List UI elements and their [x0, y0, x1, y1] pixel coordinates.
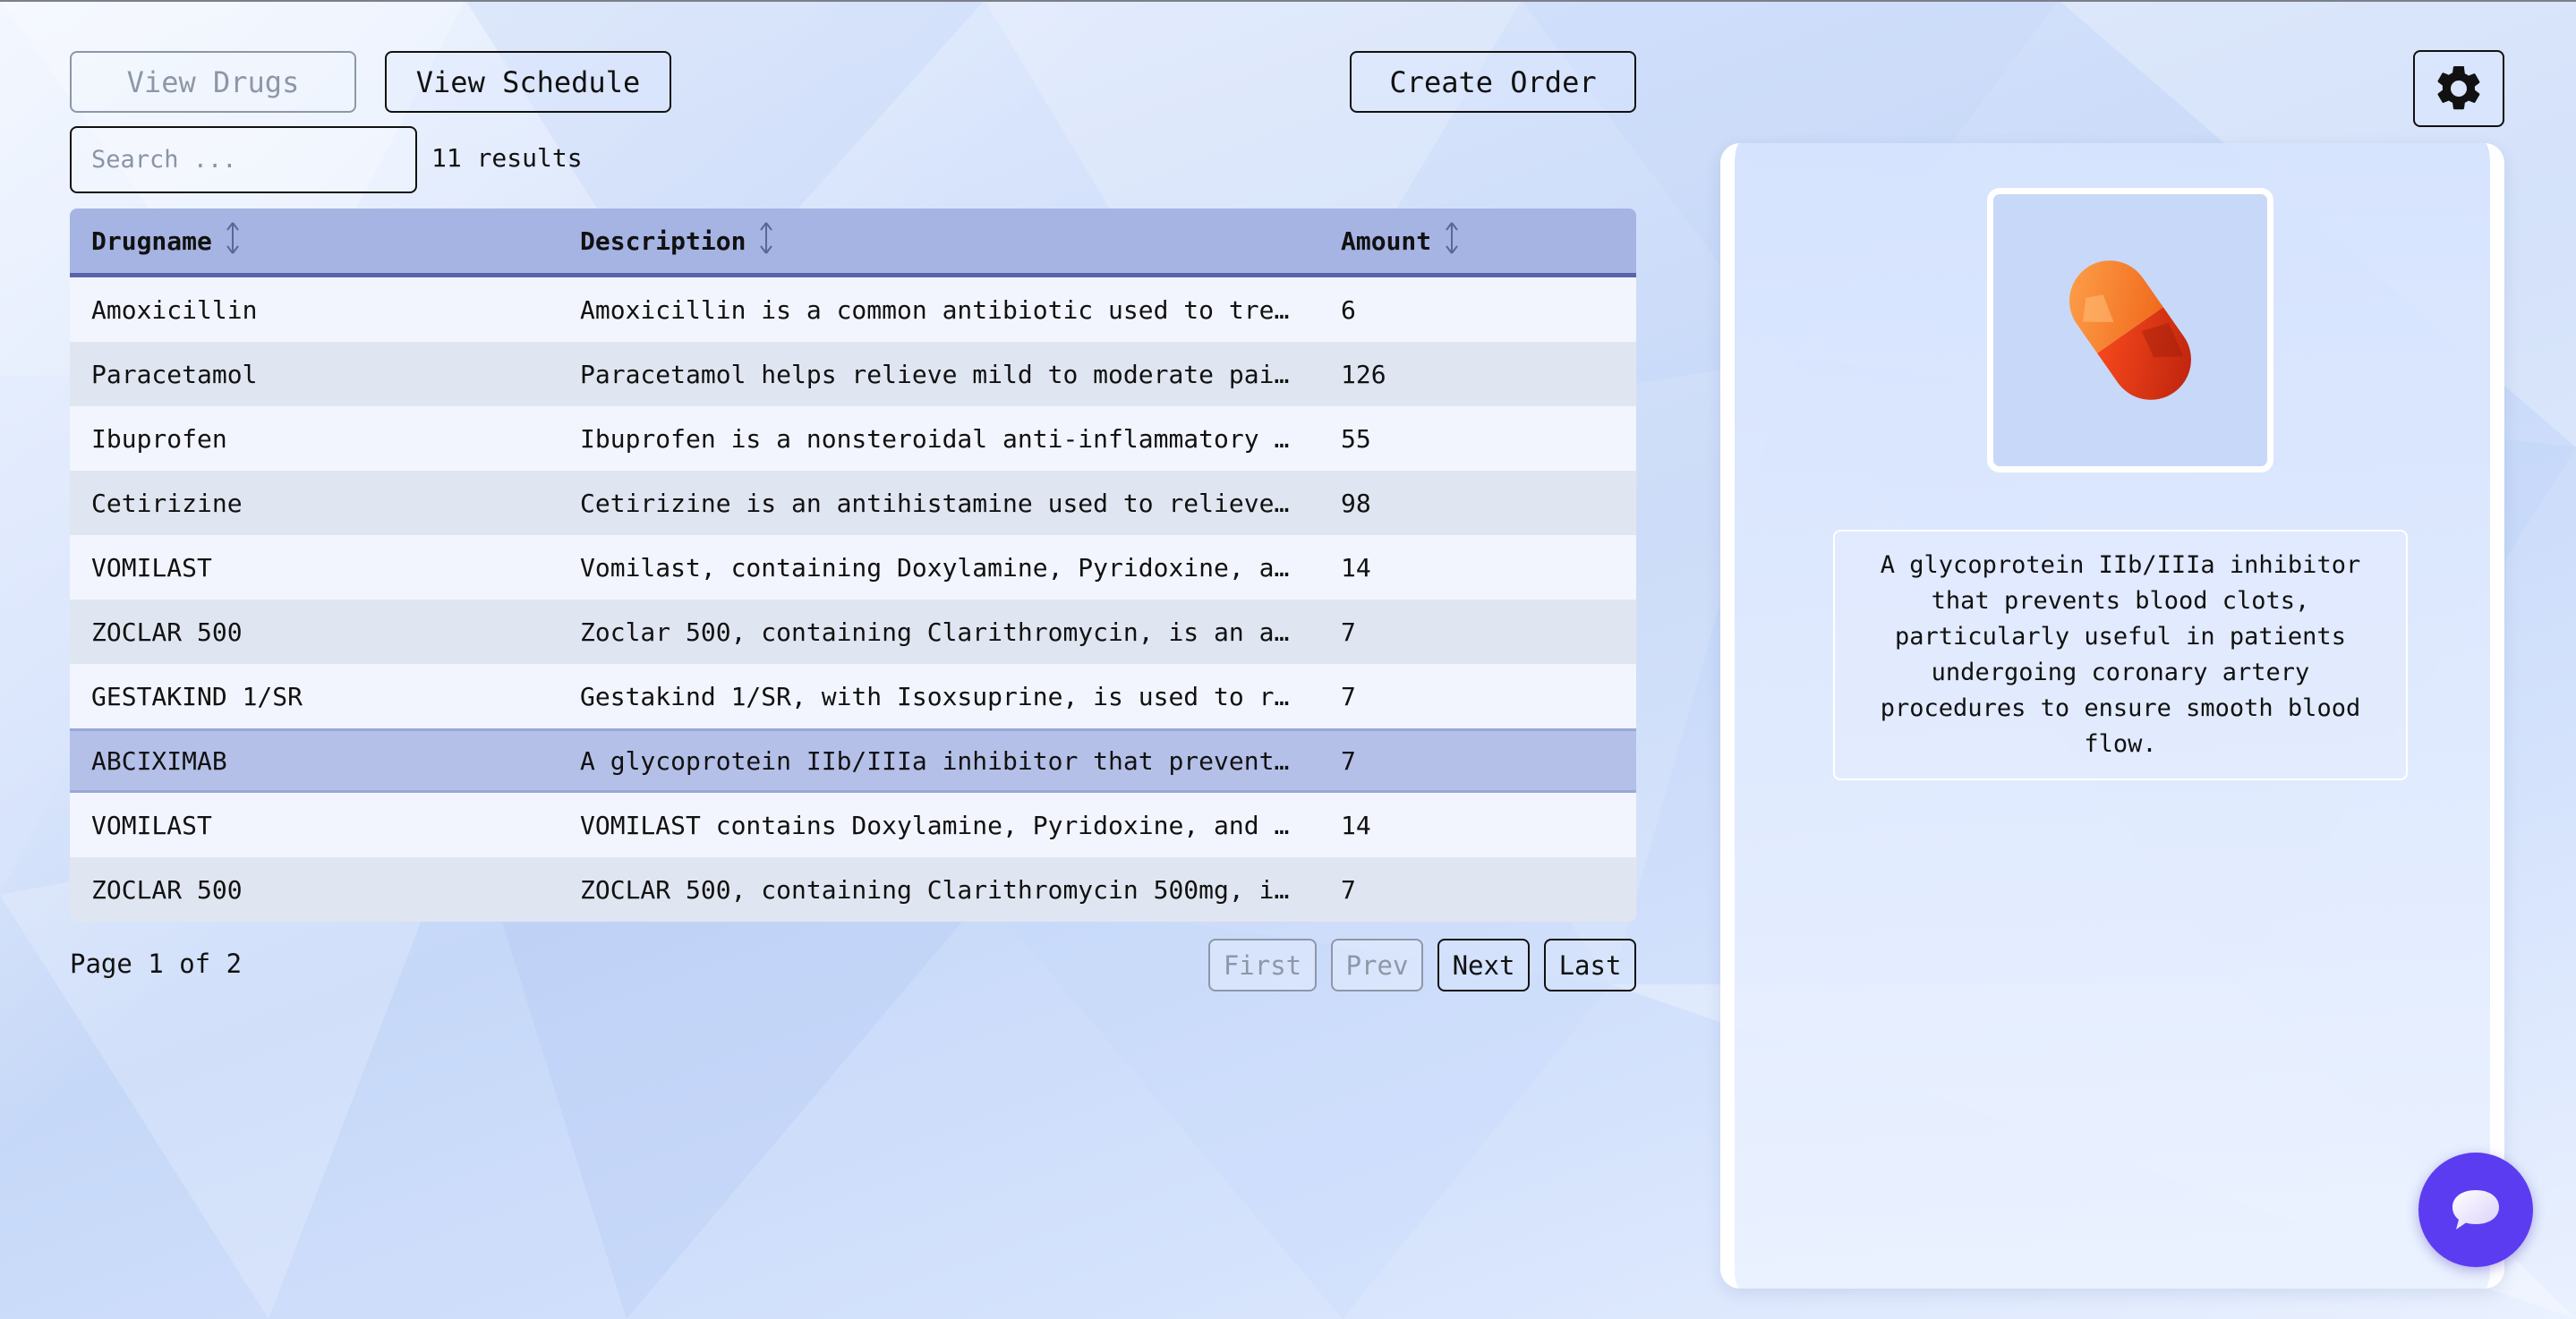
sort-arrows-icon[interactable] [758, 221, 774, 261]
first-page-button[interactable]: First [1208, 939, 1317, 991]
settings-button[interactable] [2413, 50, 2504, 127]
chat-bubble-icon [2452, 1190, 2499, 1230]
search-input[interactable] [70, 126, 417, 193]
next-page-button[interactable]: Next [1437, 939, 1530, 991]
cell-amount: 7 [1341, 874, 1356, 905]
sort-arrows-icon[interactable] [1444, 221, 1460, 261]
gear-icon [2437, 65, 2480, 110]
column-header-description[interactable]: Description [559, 221, 1319, 261]
results-count: 11 results [431, 143, 583, 173]
cell-description: Gestakind 1/SR, with Isoxsuprine, is use… [580, 681, 1290, 711]
cell-amount: 7 [1341, 745, 1356, 776]
cell-description: ZOCLAR 500, containing Clarithromycin 50… [580, 874, 1290, 905]
column-header-drugname[interactable]: Drugname [70, 221, 559, 261]
cell-drugname: Paracetamol [91, 359, 258, 389]
cell-amount: 7 [1341, 681, 1356, 711]
cell-drugname: Cetirizine [91, 488, 243, 518]
create-order-button[interactable]: Create Order [1350, 51, 1636, 113]
cell-amount: 14 [1341, 552, 1371, 583]
cell-description: A glycoprotein IIb/IIIa inhibitor that p… [580, 745, 1290, 776]
cell-drugname: VOMILAST [91, 552, 212, 583]
cell-amount: 7 [1341, 617, 1356, 647]
column-header-label: Amount [1341, 226, 1432, 256]
view-drugs-button[interactable]: View Drugs [70, 51, 356, 113]
table-row[interactable]: ZOCLAR 500 ZOCLAR 500, containing Clarit… [70, 857, 1636, 922]
drug-description: A glycoprotein IIb/IIIa inhibitor that p… [1833, 530, 2408, 780]
cell-drugname: ZOCLAR 500 [91, 874, 243, 905]
prev-page-button[interactable]: Prev [1331, 939, 1423, 991]
column-header-amount[interactable]: Amount [1319, 221, 1636, 261]
drugs-table: Drugname Description Amount Amoxicillin … [70, 208, 1636, 922]
cell-drugname: Ibuprofen [91, 423, 227, 454]
table-row[interactable]: Paracetamol Paracetamol helps relieve mi… [70, 342, 1636, 406]
last-page-button[interactable]: Last [1544, 939, 1636, 991]
table-row[interactable]: Amoxicillin Amoxicillin is a common anti… [70, 277, 1636, 342]
capsule-pill-icon [2069, 260, 2191, 400]
cell-amount: 14 [1341, 810, 1371, 840]
table-row[interactable]: Ibuprofen Ibuprofen is a nonsteroidal an… [70, 406, 1636, 471]
drug-detail-panel: A glycoprotein IIb/IIIa inhibitor that p… [1720, 143, 2504, 1289]
column-header-label: Drugname [91, 226, 212, 256]
cell-description: Cetirizine is an antihistamine used to r… [580, 488, 1290, 518]
table-row[interactable]: ZOCLAR 500 Zoclar 500, containing Clarit… [70, 600, 1636, 664]
cell-drugname: GESTAKIND 1/SR [91, 681, 303, 711]
table-row[interactable]: GESTAKIND 1/SR Gestakind 1/SR, with Isox… [70, 664, 1636, 728]
window-top-border [0, 0, 2576, 2]
cell-drugname: VOMILAST [91, 810, 212, 840]
drug-image-frame [1987, 188, 2273, 472]
sort-arrows-icon[interactable] [225, 221, 241, 261]
cell-amount: 126 [1341, 359, 1386, 389]
cell-amount: 98 [1341, 488, 1371, 518]
cell-amount: 55 [1341, 423, 1371, 454]
table-row[interactable]: VOMILAST Vomilast, containing Doxylamine… [70, 535, 1636, 600]
cell-description: Amoxicillin is a common antibiotic used … [580, 294, 1290, 325]
cell-description: Zoclar 500, containing Clarithromycin, i… [580, 617, 1290, 647]
cell-drugname: ABCIXIMAB [91, 745, 227, 776]
page-info: Page 1 of 2 [70, 949, 243, 979]
table-header: Drugname Description Amount [70, 208, 1636, 277]
cell-drugname: ZOCLAR 500 [91, 617, 243, 647]
view-schedule-button[interactable]: View Schedule [385, 51, 671, 113]
cell-amount: 6 [1341, 294, 1356, 325]
cell-description: Paracetamol helps relieve mild to modera… [580, 359, 1290, 389]
cell-description: Ibuprofen is a nonsteroidal anti-inflamm… [580, 423, 1290, 454]
cell-description: Vomilast, containing Doxylamine, Pyridox… [580, 552, 1290, 583]
table-row-selected[interactable]: ABCIXIMAB A glycoprotein IIb/IIIa inhibi… [70, 728, 1636, 793]
chat-button[interactable] [2418, 1153, 2533, 1267]
column-header-label: Description [580, 226, 746, 256]
table-row[interactable]: Cetirizine Cetirizine is an antihistamin… [70, 471, 1636, 535]
cell-drugname: Amoxicillin [91, 294, 258, 325]
table-row[interactable]: VOMILAST VOMILAST contains Doxylamine, P… [70, 793, 1636, 857]
cell-description: VOMILAST contains Doxylamine, Pyridoxine… [580, 810, 1290, 840]
